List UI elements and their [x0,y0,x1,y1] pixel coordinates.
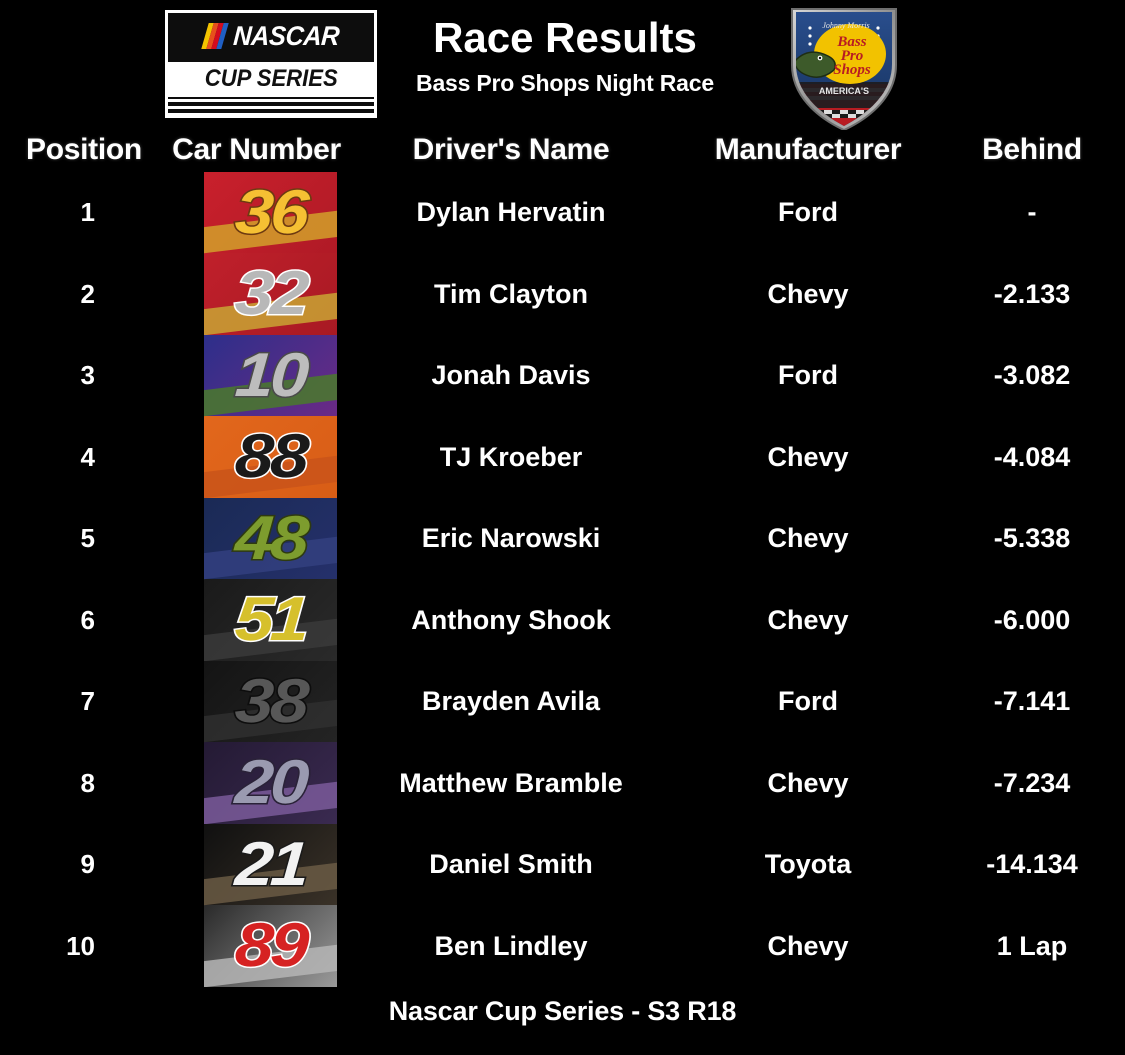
cell-manufacturer: Chevy [767,278,849,309]
table-row: 5 48 Eric Narowski Chevy -5.338 [0,497,1125,580]
cell-driver-name: Matthew Bramble [399,767,623,798]
car-number-plate-image: 21 [204,823,337,906]
car-number-text: 88 [232,421,310,493]
cell-driver-name: Dylan Hervatin [416,197,606,228]
cell-behind: -2.133 [993,278,1071,309]
cell-manufacturer: Chevy [767,930,849,961]
car-number-text: 51 [232,584,310,656]
table-row: 8 20 Matthew Bramble Chevy -7.234 [0,742,1125,825]
cell-position: 10 [66,930,95,961]
cell-position: 5 [80,523,95,554]
cell-manufacturer: Chevy [767,523,849,554]
car-number-plate-image: 51 [204,579,337,662]
cell-driver-name: Jonah Davis [431,360,591,391]
cell-driver-name: Daniel Smith [429,849,593,880]
page-header: NASCAR CUP SERIES Race Results Bass Pro … [0,0,1125,130]
cell-behind: -5.338 [993,523,1071,554]
car-number-plate-image: 89 [204,905,337,988]
column-header-manufacturer: Manufacturer [714,133,902,166]
nascar-logo-middle: CUP SERIES [168,59,374,99]
cell-driver-name: Brayden Avila [421,686,601,717]
car-number-text: 20 [232,747,310,819]
column-header-driver-name: Driver's Name [412,133,610,166]
bps-script-text: Johnny Morris [822,21,869,30]
bps-banner-text: AMERICA'S [819,86,869,96]
cell-position: 3 [80,360,95,391]
table-row: 3 10 Jonah Davis Ford -3.082 [0,334,1125,417]
cell-manufacturer: Ford [778,360,838,391]
column-header-behind: Behind [982,133,1082,166]
cell-manufacturer: Ford [778,686,838,717]
table-row: 2 32 Tim Clayton Chevy -2.133 [0,253,1125,336]
race-subtitle: Bass Pro Shops Night Race [416,70,714,97]
cell-position: 6 [80,604,95,635]
car-number-plate-image: 88 [204,416,337,499]
cell-driver-name: Anthony Shook [411,604,611,635]
table-header-row: Position Car Number Driver's Name Manufa… [0,128,1125,172]
cell-behind: -3.082 [993,360,1071,391]
nascar-logo-bars [168,98,374,115]
table-row: 6 51 Anthony Shook Chevy -6.000 [0,579,1125,662]
cell-behind: - [1027,197,1037,228]
table-row: 10 89 Ben Lindley Chevy 1 Lap [0,905,1125,988]
cell-driver-name: Tim Clayton [433,278,589,309]
table-row: 1 36 Dylan Hervatin Ford - [0,171,1125,254]
car-number-plate-image: 10 [204,334,337,417]
car-number-plate-image: 20 [204,742,337,825]
series-footer: Nascar Cup Series - S3 R18 [388,996,737,1026]
cell-driver-name: Eric Narowski [421,523,601,554]
car-number-text: 89 [232,910,310,982]
cell-position: 4 [80,441,95,472]
nascar-cup-series-logo: NASCAR CUP SERIES [165,10,377,118]
cell-position: 7 [80,686,95,717]
table-body: 1 36 Dylan Hervatin Ford -2 32 Tim Clayton Chev… [0,171,1125,988]
cell-behind: -6.000 [993,604,1071,635]
cup-series-wordmark: CUP SERIES [204,65,338,93]
car-number-text: 32 [232,258,310,330]
car-number-text: 36 [232,176,310,248]
cell-behind: -14.134 [986,849,1078,880]
cell-manufacturer: Toyota [764,849,852,880]
column-header-car-number: Car Number [172,133,341,166]
bass-pro-shops-logo: AMERICA'S Johnny Morris Bass Pro Shops [786,6,902,130]
cell-behind: -7.141 [993,686,1071,717]
car-number-text: 10 [232,339,310,411]
page-title: Race Results [433,14,697,61]
race-results-table: Position Car Number Driver's Name Manufa… [0,128,1125,988]
title-block: Race Results Bass Pro Shops Night Race [380,14,750,97]
cell-manufacturer: Chevy [767,604,849,635]
nascar-stripes-icon [201,23,229,50]
car-number-plate-image: 36 [204,171,337,254]
table-row: 4 88 TJ Kroeber Chevy -4.084 [0,416,1125,499]
cell-behind: -7.234 [993,767,1071,798]
cell-driver-name: Ben Lindley [434,930,588,961]
car-number-plate-image: 38 [204,660,337,743]
cell-driver-name: TJ Kroeber [439,441,583,472]
car-number-text: 48 [232,502,310,574]
car-number-plate-image: 32 [204,253,337,336]
table-row: 9 21 Daniel Smith Toyota -14.134 [0,823,1125,906]
cell-manufacturer: Chevy [767,767,849,798]
cell-position: 8 [80,767,95,798]
cell-manufacturer: Chevy [767,441,849,472]
cell-position: 9 [80,849,95,880]
car-number-text: 21 [232,828,310,900]
car-number-plate-image: 48 [204,497,337,580]
table-row: 7 38 Brayden Avila Ford -7.141 [0,660,1125,743]
cell-position: 2 [80,278,95,309]
cell-manufacturer: Ford [778,197,838,228]
car-number-text: 38 [232,665,310,737]
bps-line3: Shops [833,62,871,78]
nascar-wordmark: NASCAR [232,20,341,51]
nascar-logo-top: NASCAR [168,13,374,60]
column-header-position: Position [26,133,142,166]
cell-position: 1 [80,197,95,228]
cell-behind: 1 Lap [996,930,1068,961]
cell-behind: -4.084 [993,441,1071,472]
